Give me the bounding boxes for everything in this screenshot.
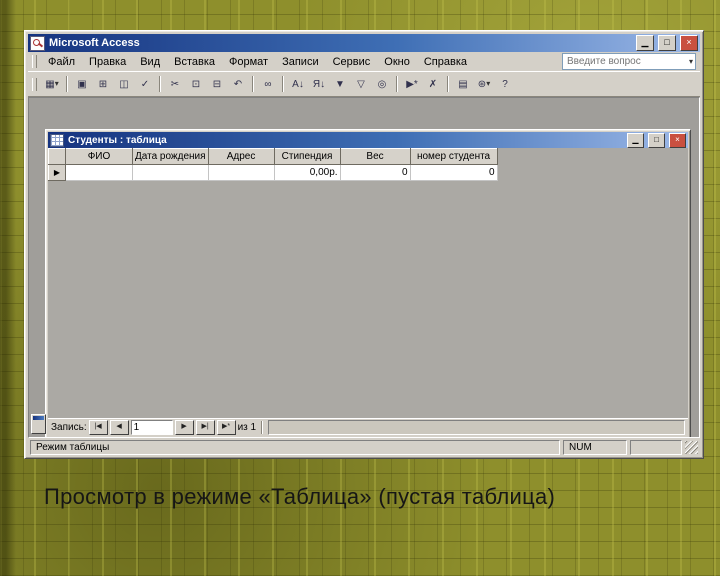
ask-question-input[interactable] (565, 55, 687, 68)
toolbar-separator (159, 76, 161, 92)
datasheet-area: ФИО Дата рождения Адрес Стипендия Вес но… (48, 148, 688, 436)
ask-question-box[interactable]: ▾ (562, 53, 696, 70)
new-object-icon: ⊛ (477, 78, 487, 90)
menu-item-tools[interactable]: Сервис (326, 54, 378, 70)
next-record-button[interactable]: ▶ (174, 420, 194, 435)
menu-item-format[interactable]: Формат (222, 54, 275, 70)
help-icon[interactable]: ? (495, 75, 515, 93)
child-minimize-button[interactable]: ▁ (627, 132, 644, 148)
filter-by-selection-icon[interactable]: ▼ (330, 75, 350, 93)
new-object-button[interactable]: ⊛ ▾ (474, 75, 494, 93)
header-row: ФИО Дата рождения Адрес Стипендия Вес но… (48, 148, 498, 165)
toolbar-separator (447, 76, 449, 92)
close-button[interactable]: × (680, 35, 698, 51)
toolbar-separator (282, 76, 284, 92)
current-record-marker: ▶ (53, 168, 61, 177)
cell-fio[interactable] (65, 164, 133, 181)
new-record-button[interactable]: ▶* (216, 420, 236, 435)
previous-record-button[interactable]: ◀ (109, 420, 129, 435)
access-app-icon (30, 35, 45, 51)
spelling-icon[interactable]: ✓ (135, 75, 155, 93)
status-mode: Режим таблицы (30, 439, 560, 455)
status-extra-panel (630, 439, 682, 455)
menu-item-help[interactable]: Справка (417, 54, 474, 70)
cell-student-number[interactable]: 0 (410, 164, 498, 181)
column-header-fio[interactable]: ФИО (65, 148, 133, 165)
column-header-address[interactable]: Адрес (207, 148, 275, 165)
insert-hyperlink-icon[interactable]: ∞ (258, 75, 278, 93)
sort-descending-icon[interactable]: Я↓ (309, 75, 329, 93)
print-icon[interactable]: ⊞ (93, 75, 113, 93)
table-window: Студенты : таблица ▁ □ × ФИО Дата рожден… (45, 129, 691, 437)
menu-item-insert[interactable]: Вставка (167, 54, 222, 70)
database-window-icon[interactable]: ▤ (453, 75, 473, 93)
new-record-icon[interactable]: ▶* (402, 75, 422, 93)
record-label: Запись: (51, 422, 87, 433)
table-row: ▶ 0,00р. 0 0 (48, 164, 498, 181)
cut-icon[interactable]: ✂ (165, 75, 185, 93)
record-navigation: Запись: |◀ ◀ ▶ ▶| ▶* из 1 (48, 418, 688, 436)
child-close-button[interactable]: × (669, 132, 686, 148)
window-title: Microsoft Access (49, 37, 140, 49)
datasheet-icon (50, 133, 64, 147)
access-window: Microsoft Access ▁ □ × Файл Правка Вид В… (24, 30, 704, 459)
status-bar: Режим таблицы NUM (28, 438, 700, 455)
paste-icon[interactable]: ⊟ (207, 75, 227, 93)
minimize-button[interactable]: ▁ (636, 35, 654, 51)
column-header-weight[interactable]: Вес (339, 148, 411, 165)
menu-bar: Файл Правка Вид Вставка Формат Записи Се… (28, 52, 700, 72)
toolbar-grip[interactable] (32, 77, 37, 91)
sort-ascending-icon[interactable]: А↓ (288, 75, 308, 93)
apply-filter-icon[interactable]: ▽ (351, 75, 371, 93)
chevron-down-icon: ▾ (486, 79, 491, 88)
save-icon[interactable]: ▣ (72, 75, 92, 93)
resize-grip[interactable] (685, 440, 698, 454)
row-selector[interactable]: ▶ (48, 164, 66, 181)
menu-item-file[interactable]: Файл (41, 54, 82, 70)
slide-background: Microsoft Access ▁ □ × Файл Правка Вид В… (0, 0, 720, 576)
last-record-button[interactable]: ▶| (195, 420, 215, 435)
cell-weight[interactable]: 0 (340, 164, 411, 181)
toolbar: ▦ ▾ ▣ ⊞ ◫ ✓ ✂ ⊡ ⊟ ↶ ∞ А↓ Я↓ ▼ ▽ ◎ ▶* ✗ ▤ (28, 72, 700, 97)
select-all-header[interactable] (48, 148, 66, 165)
column-header-stipend[interactable]: Стипендия (273, 148, 341, 165)
first-record-button[interactable]: |◀ (88, 420, 108, 435)
toolbar-separator (66, 76, 68, 92)
find-icon[interactable]: ◎ (372, 75, 392, 93)
horizontal-scrollbar[interactable] (268, 420, 685, 435)
column-header-birthdate[interactable]: Дата рождения (132, 148, 209, 165)
slide-caption: Просмотр в режиме «Таблица» (пустая табл… (44, 484, 556, 509)
toolbar-separator (252, 76, 254, 92)
toolbar-separator (396, 76, 398, 92)
menu-item-window[interactable]: Окно (377, 54, 417, 70)
title-bar[interactable]: Microsoft Access ▁ □ × (28, 34, 700, 52)
record-count-label: из 1 (237, 422, 257, 433)
print-preview-icon[interactable]: ◫ (114, 75, 134, 93)
mdi-workspace: Студенты : таблица ▁ □ × ФИО Дата рожден… (28, 97, 700, 438)
datasheet: ФИО Дата рождения Адрес Стипендия Вес но… (48, 148, 498, 181)
menu-grip[interactable] (32, 55, 37, 68)
menu-item-view[interactable]: Вид (133, 54, 167, 70)
menu-item-edit[interactable]: Правка (82, 54, 133, 70)
nav-separator (261, 421, 264, 434)
record-number-input[interactable] (130, 420, 173, 435)
minimized-window-stub[interactable] (31, 414, 46, 434)
table-window-title: Студенты : таблица (68, 134, 167, 146)
view-table-icon: ▦ (45, 78, 55, 90)
delete-record-icon[interactable]: ✗ (423, 75, 443, 93)
chevron-down-icon: ▾ (688, 56, 693, 66)
view-table-button[interactable]: ▦ ▾ (42, 75, 62, 93)
menu-item-records[interactable]: Записи (275, 54, 326, 70)
child-maximize-button[interactable]: □ (648, 132, 665, 148)
status-num-lock: NUM (563, 439, 627, 455)
cell-birthdate[interactable] (132, 164, 209, 181)
copy-icon[interactable]: ⊡ (186, 75, 206, 93)
undo-icon[interactable]: ↶ (228, 75, 248, 93)
column-header-student-number[interactable]: номер студента (409, 148, 498, 165)
maximize-button[interactable]: □ (658, 35, 676, 51)
table-window-title-bar[interactable]: Студенты : таблица ▁ □ × (48, 132, 688, 148)
cell-address[interactable] (208, 164, 275, 181)
chevron-down-icon: ▾ (54, 79, 59, 88)
cell-stipend[interactable]: 0,00р. (274, 164, 341, 181)
